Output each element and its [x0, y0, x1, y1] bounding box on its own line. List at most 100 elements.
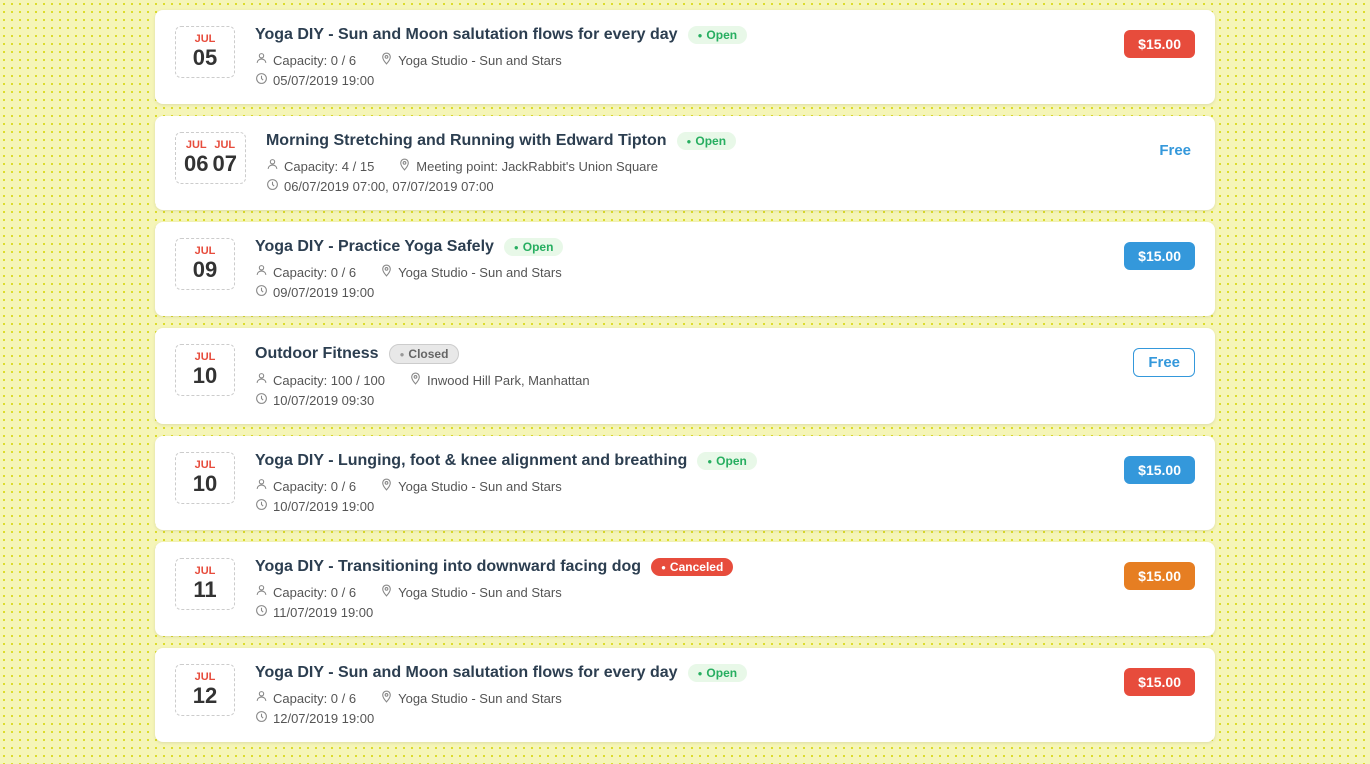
person-icon: [255, 52, 268, 68]
location-item: Yoga Studio - Sun and Stars: [380, 584, 562, 600]
event-title-row: Morning Stretching and Running with Edwa…: [266, 132, 1135, 150]
event-meta: Capacity: 0 / 6 Yoga Studio - Sun and St…: [255, 52, 1104, 68]
capacity-label: Capacity: 0 / 6: [273, 265, 356, 280]
price-button[interactable]: $15.00: [1124, 668, 1195, 696]
datetime-label: 10/07/2019 19:00: [273, 499, 374, 514]
event-meta: Capacity: 0 / 6 Yoga Studio - Sun and St…: [255, 584, 1104, 600]
datetime-item: 06/07/2019 07:00, 07/07/2019 07:00: [266, 178, 494, 194]
location-label: Meeting point: JackRabbit's Union Square: [416, 159, 658, 174]
event-info: Outdoor Fitness Closed Capacity: 100 / 1…: [255, 344, 1113, 408]
status-badge: Open: [697, 452, 757, 470]
event-title: Yoga DIY - Sun and Moon salutation flows…: [255, 26, 678, 44]
capacity-item: Capacity: 0 / 6: [255, 478, 356, 494]
event-title: Yoga DIY - Sun and Moon salutation flows…: [255, 664, 678, 682]
location-icon: [380, 584, 393, 600]
event-day: 06: [184, 151, 208, 177]
clock-icon: [266, 178, 279, 194]
event-info: Morning Stretching and Running with Edwa…: [266, 132, 1135, 194]
event-list: JUL 05 Yoga DIY - Sun and Moon salutatio…: [135, 0, 1235, 764]
location-icon: [398, 158, 411, 174]
event-title-row: Yoga DIY - Lunging, foot & knee alignmen…: [255, 452, 1104, 470]
capacity-label: Capacity: 0 / 6: [273, 585, 356, 600]
capacity-item: Capacity: 0 / 6: [255, 584, 356, 600]
event-meta-time: 05/07/2019 19:00: [255, 72, 1104, 88]
price-button[interactable]: $15.00: [1124, 30, 1195, 58]
datetime-label: 12/07/2019 19:00: [273, 711, 374, 726]
location-label: Yoga Studio - Sun and Stars: [398, 691, 562, 706]
clock-icon: [255, 710, 268, 726]
event-title-row: Outdoor Fitness Closed: [255, 344, 1113, 364]
event-title: Yoga DIY - Practice Yoga Safely: [255, 238, 494, 256]
event-day: 10: [193, 471, 217, 497]
price-tag: $15.00: [1124, 452, 1195, 484]
person-icon: [255, 264, 268, 280]
price-tag: Free: [1133, 344, 1195, 377]
datetime-item: 09/07/2019 19:00: [255, 284, 374, 300]
event-month: JUL: [195, 565, 216, 577]
person-icon: [255, 478, 268, 494]
datetime-item: 10/07/2019 19:00: [255, 498, 374, 514]
datetime-label: 11/07/2019 19:00: [273, 605, 373, 620]
location-label: Yoga Studio - Sun and Stars: [398, 585, 562, 600]
event-meta-time: 10/07/2019 19:00: [255, 498, 1104, 514]
location-item: Yoga Studio - Sun and Stars: [380, 690, 562, 706]
price-button[interactable]: $15.00: [1124, 242, 1195, 270]
status-badge: Open: [677, 132, 737, 150]
clock-icon: [255, 498, 268, 514]
event-card[interactable]: JUL 05 Yoga DIY - Sun and Moon salutatio…: [155, 10, 1215, 104]
event-title: Yoga DIY - Lunging, foot & knee alignmen…: [255, 452, 687, 470]
event-meta: Capacity: 0 / 6 Yoga Studio - Sun and St…: [255, 690, 1104, 706]
location-item: Inwood Hill Park, Manhattan: [409, 372, 590, 388]
status-badge: Open: [504, 238, 564, 256]
location-icon: [380, 690, 393, 706]
price-label: Free: [1133, 348, 1195, 377]
event-card[interactable]: JUL 06 JUL 07 Morning Stretching and Run…: [155, 116, 1215, 210]
capacity-item: Capacity: 0 / 6: [255, 264, 356, 280]
location-item: Yoga Studio - Sun and Stars: [380, 52, 562, 68]
capacity-label: Capacity: 100 / 100: [273, 373, 385, 388]
person-icon: [255, 372, 268, 388]
date-badge: JUL 12: [175, 664, 235, 716]
datetime-item: 05/07/2019 19:00: [255, 72, 374, 88]
capacity-label: Capacity: 0 / 6: [273, 691, 356, 706]
event-card[interactable]: JUL 12 Yoga DIY - Sun and Moon salutatio…: [155, 648, 1215, 742]
capacity-item: Capacity: 100 / 100: [255, 372, 385, 388]
person-icon: [266, 158, 279, 174]
location-label: Yoga Studio - Sun and Stars: [398, 265, 562, 280]
clock-icon: [255, 604, 268, 620]
location-item: Yoga Studio - Sun and Stars: [380, 264, 562, 280]
capacity-label: Capacity: 4 / 15: [284, 159, 374, 174]
event-meta: Capacity: 100 / 100 Inwood Hill Park, Ma…: [255, 372, 1113, 388]
event-day2: 07: [212, 151, 236, 177]
event-card[interactable]: JUL 10 Outdoor Fitness Closed Capacity: …: [155, 328, 1215, 424]
event-card[interactable]: JUL 11 Yoga DIY - Transitioning into dow…: [155, 542, 1215, 636]
price-tag: $15.00: [1124, 26, 1195, 58]
datetime-item: 12/07/2019 19:00: [255, 710, 374, 726]
event-month: JUL: [195, 245, 216, 257]
person-icon: [255, 584, 268, 600]
status-badge: Open: [688, 26, 748, 44]
capacity-item: Capacity: 0 / 6: [255, 690, 356, 706]
event-month: JUL: [195, 33, 216, 45]
price-button[interactable]: $15.00: [1124, 456, 1195, 484]
event-meta-time: 06/07/2019 07:00, 07/07/2019 07:00: [266, 178, 1135, 194]
capacity-label: Capacity: 0 / 6: [273, 53, 356, 68]
event-day: 10: [193, 363, 217, 389]
price-label: Free: [1155, 136, 1195, 165]
datetime-item: 10/07/2019 09:30: [255, 392, 374, 408]
date-badge: JUL 09: [175, 238, 235, 290]
price-button[interactable]: $15.00: [1124, 562, 1195, 590]
date-badge: JUL 05: [175, 26, 235, 78]
datetime-item: 11/07/2019 19:00: [255, 604, 373, 620]
event-title: Morning Stretching and Running with Edwa…: [266, 132, 667, 150]
datetime-label: 06/07/2019 07:00, 07/07/2019 07:00: [284, 179, 494, 194]
event-month: JUL: [195, 459, 216, 471]
event-meta: Capacity: 0 / 6 Yoga Studio - Sun and St…: [255, 264, 1104, 280]
event-meta-time: 10/07/2019 09:30: [255, 392, 1113, 408]
event-title-row: Yoga DIY - Sun and Moon salutation flows…: [255, 664, 1104, 682]
status-badge: Closed: [389, 344, 460, 364]
event-card[interactable]: JUL 10 Yoga DIY - Lunging, foot & knee a…: [155, 436, 1215, 530]
datetime-label: 05/07/2019 19:00: [273, 73, 374, 88]
event-card[interactable]: JUL 09 Yoga DIY - Practice Yoga Safely O…: [155, 222, 1215, 316]
event-title-row: Yoga DIY - Practice Yoga Safely Open: [255, 238, 1104, 256]
